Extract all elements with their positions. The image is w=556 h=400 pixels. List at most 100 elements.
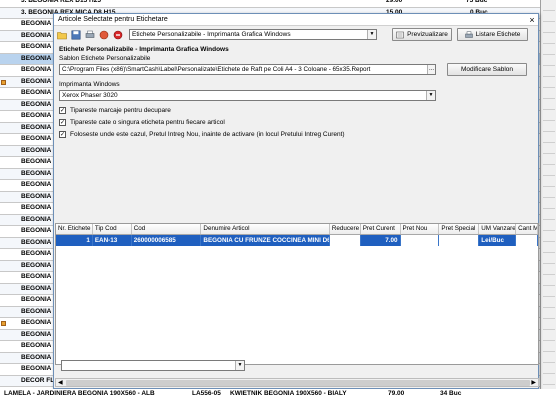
- right-column-cell: [543, 156, 555, 165]
- background-row-name: BEGONIA: [21, 215, 52, 223]
- label-type-select[interactable]: Etichete Personalizabile - Imprimanta Gr…: [129, 29, 377, 40]
- right-column-cell: [543, 13, 555, 22]
- grid-column-header[interactable]: Cod: [132, 224, 202, 234]
- background-row-name: BEGONIA: [21, 66, 52, 73]
- background-row-name: BEGONIA: [21, 296, 52, 303]
- modify-template-button-label: Modificare Sablon: [460, 66, 514, 73]
- grid-cell[interactable]: [400, 235, 440, 246]
- right-column-cell: [543, 79, 555, 88]
- option-new-price-label: Foloseste unde este cazul, Pretul Intreg…: [70, 131, 345, 138]
- right-column-cell: [543, 244, 555, 253]
- background-row-name: BEGONIA: [21, 204, 52, 211]
- stop-icon[interactable]: [112, 29, 124, 41]
- background-row[interactable]: 29.00 75 Buc 3. BEGONIA REX D15 H25: [0, 0, 556, 8]
- scroll-right-icon[interactable]: ▶: [531, 379, 536, 386]
- list-labels-button[interactable]: Listare Etichete: [457, 28, 528, 41]
- background-bottom-row[interactable]: LAMELA - JARDINIERA BEGONIA 190X560 - AL…: [0, 389, 556, 400]
- right-column-cell: [543, 321, 555, 330]
- grid-cell[interactable]: Lei/Buc: [479, 235, 517, 246]
- checkbox-new-price[interactable]: ✓: [59, 131, 66, 138]
- right-column-cell: [543, 233, 555, 242]
- grid-column-header[interactable]: Tip Cod: [93, 224, 132, 234]
- chevron-down-icon: ▼: [367, 30, 376, 39]
- right-column-cell: [543, 277, 555, 286]
- bottom-row-qty: 79.00: [388, 390, 405, 397]
- dialog-toolbar: [56, 29, 124, 41]
- right-column-cell: [543, 90, 555, 99]
- horizontal-scrollbar[interactable]: ◀ ▶: [55, 378, 539, 387]
- row-marker-icon: [1, 321, 6, 326]
- right-column-cell: [543, 310, 555, 319]
- grid-column-header[interactable]: Nr. Etichete: [56, 224, 93, 234]
- option-cut-marks[interactable]: ✓ Tipareste marcaje pentru decupare: [59, 107, 171, 114]
- modify-template-button[interactable]: Modificare Sablon: [447, 63, 527, 76]
- grid-cell[interactable]: 7.00: [361, 235, 401, 246]
- refresh-icon[interactable]: [98, 29, 110, 41]
- list-labels-button-label: Listare Etichete: [475, 31, 521, 38]
- background-row-name: DECOR FL: [21, 376, 55, 384]
- grid-cell[interactable]: [516, 235, 538, 246]
- grid-column-header[interactable]: UM Vanzare: [479, 224, 517, 234]
- right-column-cell: [543, 57, 555, 66]
- printer-value: Xerox Phaser 3020: [62, 92, 118, 99]
- print-icon[interactable]: [84, 29, 96, 41]
- dialog-title: Articole Selectate pentru Etichetare: [58, 16, 168, 23]
- background-row-qty: 29.00: [386, 0, 403, 4]
- chevron-down-icon: ▼: [235, 361, 244, 370]
- preview-button[interactable]: Previzualizare: [392, 28, 452, 41]
- grid-cell[interactable]: 260000006585: [132, 235, 202, 246]
- grid-column-header[interactable]: Pret Curent: [361, 224, 401, 234]
- scrollbar-thumb[interactable]: [66, 380, 530, 386]
- scroll-left-icon[interactable]: ◀: [58, 379, 63, 386]
- right-column-cell: [543, 376, 555, 385]
- right-column-cell: [543, 299, 555, 308]
- grid-cell[interactable]: BEGONIA CU FRUNZE COCCINEA MINI D6 H: [201, 235, 330, 246]
- grid-column-header[interactable]: Pret Special: [439, 224, 480, 234]
- checkbox-cut-marks[interactable]: ✓: [59, 107, 66, 114]
- save-icon[interactable]: [70, 29, 82, 41]
- right-column-cell: [543, 24, 555, 33]
- option-new-price[interactable]: ✓ Foloseste unde este cazul, Pretul Intr…: [59, 131, 345, 138]
- background-row-name: BEGONIA: [21, 342, 52, 349]
- grid-column-header[interactable]: Denumire Articol: [201, 224, 330, 234]
- right-column-cell: [543, 134, 555, 143]
- background-row-name: BEGONIA: [21, 135, 52, 142]
- background-row-name: BEGONIA: [21, 158, 52, 165]
- grid-column-header[interactable]: Reducere: [330, 224, 361, 234]
- printer-select[interactable]: Xerox Phaser 3020 ▼: [59, 90, 436, 101]
- grid-cell[interactable]: [439, 235, 480, 246]
- print-icon: [464, 30, 473, 38]
- close-button[interactable]: ×: [526, 15, 538, 25]
- grid-cell[interactable]: EAN-13: [93, 235, 132, 246]
- background-row-name: BEGONIA: [21, 123, 52, 131]
- bottom-row-name: LAMELA - JARDINIERA BEGONIA 190X560 - AL…: [4, 390, 155, 397]
- bottom-row-unit: 34 Buc: [440, 390, 462, 397]
- template-path-value: C:\Program Files (x86)\SmartCash\Label\P…: [62, 66, 371, 73]
- bottom-row-desc: KWIETNIK BEGONIA 190X560 - BIALY: [230, 390, 347, 397]
- folder-icon[interactable]: [56, 29, 68, 41]
- background-row-name: BEGONIA: [21, 238, 52, 246]
- browse-button[interactable]: ...: [427, 65, 435, 74]
- background-row-name: BEGONIA: [21, 319, 52, 326]
- right-column-cell: [543, 288, 555, 297]
- background-row-name: BEGONIA: [21, 54, 52, 62]
- right-column-cell: [543, 343, 555, 352]
- grid-cell[interactable]: 1: [56, 235, 93, 246]
- template-path-field[interactable]: C:\Program Files (x86)\SmartCash\Label\P…: [59, 64, 436, 75]
- background-row-name: 3. BEGONIA REX D15 H25: [21, 0, 101, 4]
- checkbox-single-label[interactable]: ✓: [59, 119, 66, 126]
- grid-header: Nr. Etichete Tip Cod Cod Denumire Articol Re…: [56, 224, 538, 235]
- grid-column-header[interactable]: Cant M: [516, 224, 538, 234]
- right-column-cell: [543, 2, 555, 11]
- right-column-cell: [543, 211, 555, 220]
- grid-column-header[interactable]: Pret Nou: [401, 224, 440, 234]
- grid-cell[interactable]: [329, 235, 361, 246]
- items-grid: Nr. Etichete Tip Cod Cod Denumire Articol Re…: [55, 223, 539, 365]
- background-row-name: BEGONIA: [21, 146, 52, 154]
- bottom-select[interactable]: ▼: [61, 360, 245, 371]
- chevron-down-icon: ▼: [426, 91, 435, 100]
- row-marker-icon: [1, 79, 6, 85]
- grid-row[interactable]: 1 EAN-13 260000006585 BEGONIA CU FRUNZE COC…: [56, 235, 538, 246]
- option-single-label[interactable]: ✓ Tipareste cate o singura eticheta pent…: [59, 119, 225, 126]
- background-row-name: BEGONIA: [21, 365, 52, 372]
